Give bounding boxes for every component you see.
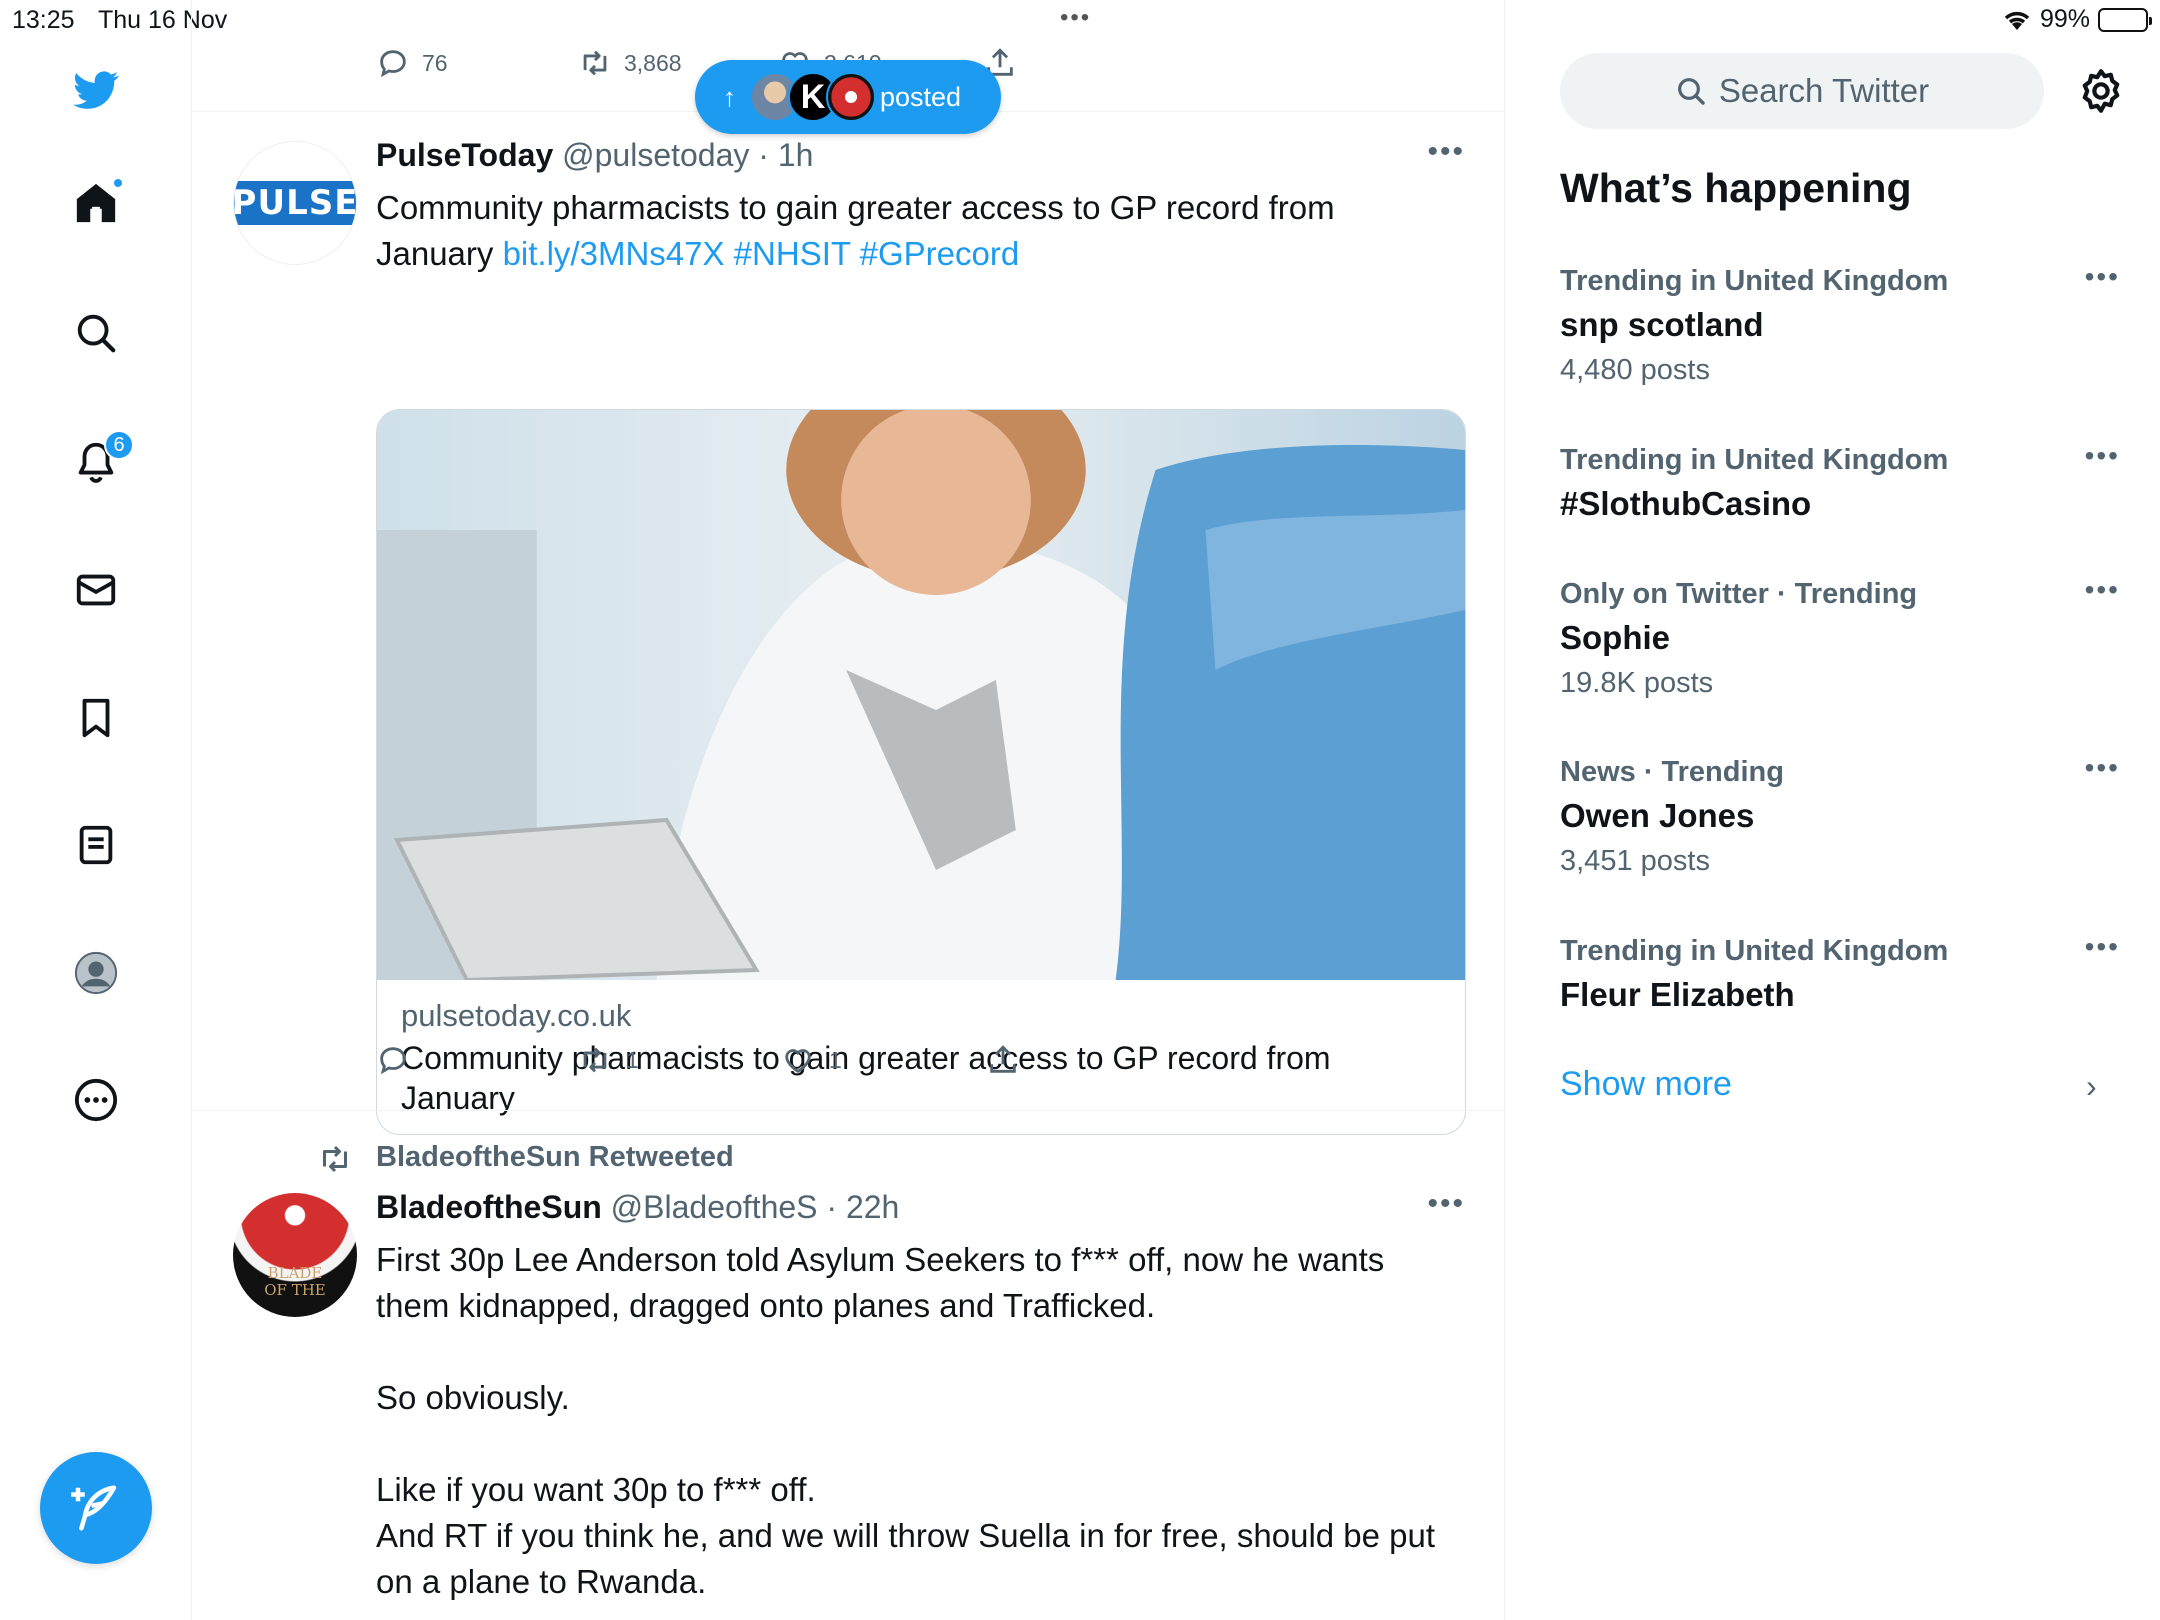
tweet-paragraph: First 30p Lee Anderson told Asylum Seeke…	[376, 1241, 1385, 1324]
trend-context: Trending in United Kingdom	[1560, 444, 1949, 476]
tweet-text: Community pharmacists to gain greater ac…	[376, 185, 1436, 277]
author-name[interactable]: PulseToday	[376, 137, 553, 173]
reply-icon	[380, 1047, 406, 1075]
notifications-badge: 6	[104, 430, 134, 460]
trend-more-icon[interactable]: •••	[2085, 261, 2120, 293]
trend-item[interactable]: Only on Twitter · Trending Sophie 19.8K …	[1560, 574, 2120, 700]
retweet-icon	[583, 50, 607, 76]
retweet-button[interactable]: 3,868	[578, 46, 682, 80]
new-posts-avatars: K	[750, 72, 876, 122]
chevron-right-icon[interactable]: ›	[2086, 1068, 2097, 1105]
trend-count: 3,451 posts	[1560, 845, 1710, 877]
avatar[interactable]: BLADE OF THE	[233, 1193, 357, 1317]
tweet-more-icon[interactable]: •••	[1427, 135, 1465, 169]
author-handle[interactable]: @BladeoftheS	[611, 1189, 818, 1225]
tweet-header: PulseToday @pulsetoday · 1h	[376, 137, 814, 173]
pulse-logo: PULSE	[234, 181, 356, 225]
tweet-link[interactable]: bit.ly/3MNs47X	[503, 235, 725, 272]
tweet-time[interactable]: 1h	[778, 137, 814, 173]
avatar	[826, 72, 876, 122]
retweet-count: 1	[626, 1046, 639, 1073]
like-count: 1	[829, 1046, 842, 1073]
trend-context: Only on Twitter · Trending	[1560, 578, 1918, 610]
trend-count: 4,480 posts	[1560, 354, 1710, 386]
retweet-count: 3,868	[624, 49, 682, 76]
notifications-bell-icon[interactable]: 6	[56, 422, 136, 502]
trend-item[interactable]: Trending in United Kingdom snp scotland …	[1560, 261, 2120, 387]
trend-item[interactable]: Trending in United Kingdom #SlothubCasin…	[1560, 440, 2120, 523]
heart-icon	[785, 1049, 811, 1073]
trend-topic: Owen Jones	[1560, 797, 1755, 834]
show-more-link[interactable]: Show more	[1560, 1065, 1732, 1104]
retweeted-by-label[interactable]: BladeoftheSun Retweeted	[376, 1141, 734, 1174]
card-domain: pulsetoday.co.uk	[401, 998, 632, 1033]
new-posts-label: posted	[880, 81, 962, 112]
retweet-icon	[583, 1047, 607, 1073]
search-placeholder: Search Twitter	[1718, 72, 1930, 109]
twitter-logo-icon[interactable]	[56, 50, 136, 130]
trend-more-icon[interactable]: •••	[2085, 752, 2120, 784]
tweet-time[interactable]: 22h	[846, 1189, 899, 1225]
trend-item[interactable]: News · Trending Owen Jones 3,451 posts •…	[1560, 752, 2120, 878]
share-icon	[990, 1045, 1016, 1073]
trend-context: Trending in United Kingdom	[1560, 935, 1949, 967]
avatar[interactable]: PULSE	[233, 141, 357, 265]
trend-item[interactable]: Trending in United Kingdom Fleur Elizabe…	[1560, 931, 2120, 1014]
reply-icon	[380, 50, 406, 78]
left-nav: 6	[0, 0, 192, 1620]
right-sidebar: Search Twitter What’s happening Trending…	[1506, 0, 2160, 1620]
tweet-paragraph: And RT if you think he, and we will thro…	[376, 1517, 1436, 1600]
lists-icon[interactable]	[56, 805, 136, 885]
avatar-logo-text: BLADE OF THE	[264, 1264, 326, 1299]
card-image	[377, 410, 1465, 983]
trend-topic: Sophie	[1560, 619, 1671, 656]
share-button[interactable]	[986, 1043, 1020, 1077]
tweet-header: BladeoftheSun @BladeoftheS · 22h	[376, 1189, 900, 1225]
trend-count: 19.8K posts	[1560, 667, 1714, 699]
bookmark-icon[interactable]	[56, 678, 136, 758]
trend-more-icon[interactable]: •••	[2085, 574, 2120, 606]
messages-envelope-icon[interactable]	[56, 550, 136, 630]
link-card[interactable]: pulsetoday.co.uk Community pharmacists t…	[376, 409, 1466, 1135]
more-options-icon[interactable]	[56, 1060, 136, 1140]
new-posts-pill[interactable]: ↑ K posted	[695, 60, 1001, 134]
reply-button[interactable]	[376, 1043, 578, 1077]
trend-topic: #SlothubCasino	[1560, 485, 1812, 522]
tweet-more-icon[interactable]: •••	[1427, 1187, 1465, 1221]
tweet-paragraph: So obviously.	[376, 1379, 570, 1416]
profile-avatar-icon[interactable]	[56, 933, 136, 1013]
home-new-dot	[112, 177, 124, 189]
timeline[interactable]: 76 3,868 2,610 ↑ K posted PULSE PulseTod…	[193, 0, 1505, 1620]
compose-tweet-button[interactable]	[40, 1452, 152, 1564]
like-button[interactable]: 1	[781, 1043, 986, 1077]
trend-more-icon[interactable]: •••	[2085, 440, 2120, 472]
trend-more-icon[interactable]: •••	[2085, 931, 2120, 963]
tweet-text: First 30p Lee Anderson told Asylum Seeke…	[376, 1237, 1436, 1605]
search-icon[interactable]	[56, 293, 136, 373]
compose-feather-icon	[71, 1485, 117, 1531]
search-bar[interactable]: Search Twitter	[1560, 53, 2044, 129]
author-handle[interactable]: @pulsetoday	[562, 137, 749, 173]
tweet-actions: 1 1	[376, 1043, 1020, 1077]
arrow-up-icon: ↑	[723, 81, 736, 112]
search-icon	[1677, 78, 1705, 105]
trend-context: Trending in United Kingdom	[1560, 265, 1949, 297]
trend-topic: snp scotland	[1560, 306, 1764, 343]
reply-button[interactable]: 76	[376, 46, 448, 80]
retweet-button[interactable]: 1	[578, 1043, 781, 1077]
trend-context: News · Trending	[1560, 756, 1784, 788]
tweet[interactable]: PULSE PulseToday @pulsetoday · 1h ••• Co…	[193, 113, 1504, 1135]
whats-happening-title: What’s happening	[1560, 165, 1912, 211]
author-name[interactable]: BladeoftheSun	[376, 1189, 602, 1225]
tweet[interactable]: BladeoftheSun Retweeted BLADE OF THE Bla…	[193, 1111, 1504, 1620]
retweet-icon	[323, 1145, 347, 1173]
trend-topic: Fleur Elizabeth	[1560, 976, 1795, 1013]
tweet-hashtags[interactable]: #NHSIT #GPrecord	[734, 235, 1020, 272]
reply-count: 76	[422, 49, 448, 76]
home-icon[interactable]	[56, 163, 136, 243]
settings-gear-icon[interactable]	[2076, 66, 2126, 116]
tweet-paragraph: Like if you want 30p to f*** off.	[376, 1471, 816, 1508]
